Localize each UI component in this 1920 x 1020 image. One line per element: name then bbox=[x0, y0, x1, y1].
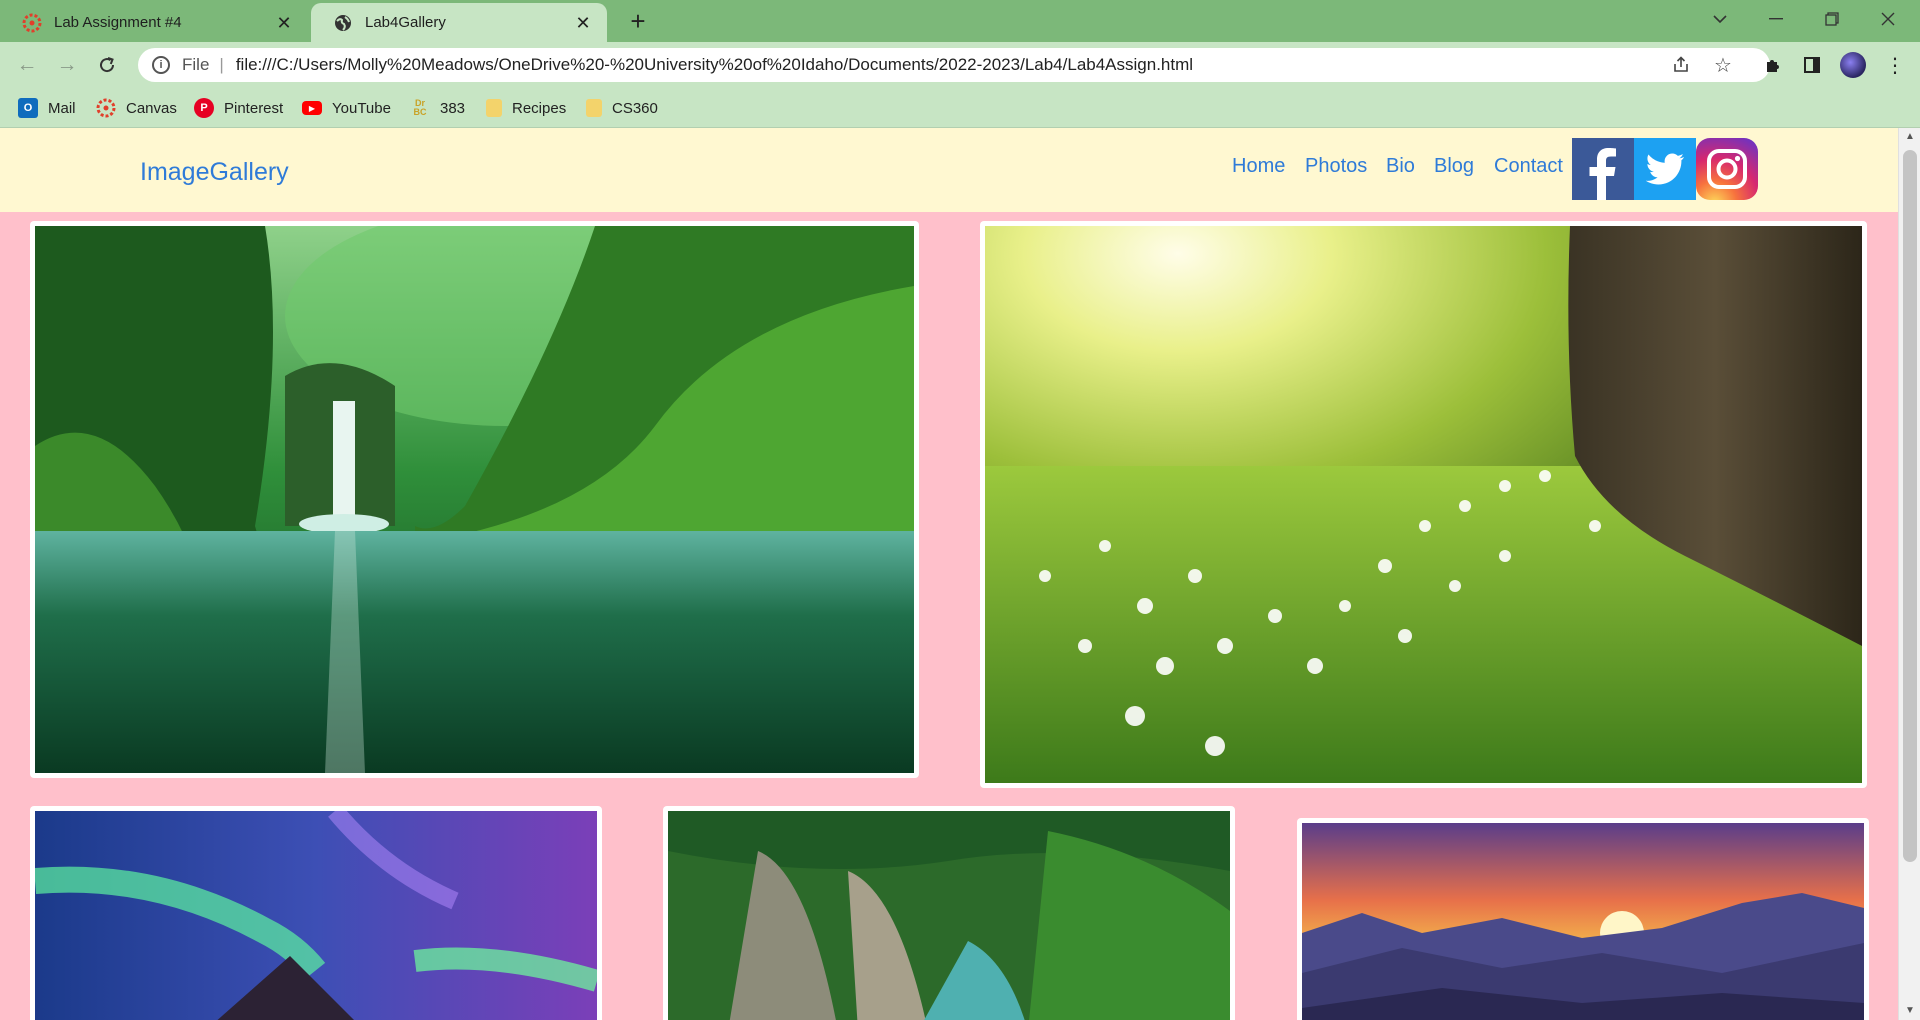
reload-icon[interactable] bbox=[92, 50, 122, 80]
instagram-icon[interactable] bbox=[1696, 138, 1758, 200]
gallery-photo-river[interactable] bbox=[663, 806, 1235, 1020]
info-icon[interactable]: i bbox=[152, 56, 170, 74]
canvas-icon bbox=[22, 13, 42, 33]
site-brand-link[interactable]: ImageGallery bbox=[140, 158, 289, 187]
bookmark-youtube[interactable]: ▶ YouTube bbox=[302, 96, 391, 120]
tab-lab-assignment[interactable]: Lab Assignment #4 ✕ bbox=[0, 3, 308, 42]
youtube-icon: ▶ bbox=[302, 101, 322, 115]
bookmark-folder-cs360[interactable]: CS360 bbox=[586, 96, 658, 120]
page-viewport: ImageGallery Home Photos Bio Blog Contac… bbox=[0, 128, 1898, 1020]
bookmark-folder-recipes[interactable]: Recipes bbox=[486, 96, 566, 120]
outlook-icon: O bbox=[18, 98, 38, 118]
folder-icon bbox=[486, 99, 502, 117]
browser-toolbar: ← → i File | file:///C:/Users/Molly%20Me… bbox=[0, 42, 1920, 88]
bookmark-label: Recipes bbox=[512, 99, 567, 117]
back-icon[interactable]: ← bbox=[12, 50, 42, 80]
tab-close-icon[interactable]: ✕ bbox=[573, 13, 593, 33]
gallery-photo-waterfall[interactable] bbox=[30, 206, 919, 778]
star-icon[interactable]: ☆ bbox=[1708, 50, 1738, 80]
waterfall-image bbox=[35, 206, 914, 773]
chevron-down-icon[interactable] bbox=[1692, 0, 1748, 38]
bookmark-canvas[interactable]: Canvas bbox=[96, 96, 177, 120]
close-icon[interactable] bbox=[1860, 0, 1916, 38]
bookmark-label: 383 bbox=[440, 99, 466, 117]
facebook-icon[interactable] bbox=[1572, 138, 1634, 200]
nav-link-blog[interactable]: Blog bbox=[1434, 155, 1474, 178]
extensions-icon[interactable] bbox=[1758, 50, 1788, 80]
tab-title: Lab Assignment #4 bbox=[54, 14, 182, 31]
canvas-icon bbox=[96, 98, 116, 118]
twitter-icon[interactable] bbox=[1634, 138, 1696, 200]
tab-title: Lab4Gallery bbox=[365, 14, 446, 31]
aurora-image bbox=[33, 805, 601, 1020]
scroll-down-icon[interactable]: ▼ bbox=[1899, 1002, 1920, 1020]
river-image bbox=[668, 811, 1230, 1020]
pinterest-icon: P bbox=[194, 98, 214, 118]
share-icon[interactable] bbox=[1666, 50, 1696, 80]
bookmark-label: Pinterest bbox=[224, 99, 284, 117]
site-navbar: ImageGallery Home Photos Bio Blog Contac… bbox=[0, 128, 1898, 212]
bookmark-label: Mail bbox=[48, 99, 76, 117]
bookmark-pinterest[interactable]: P Pinterest bbox=[194, 96, 283, 120]
folder-icon bbox=[586, 99, 602, 117]
separator: | bbox=[219, 55, 224, 74]
bookmark-label: Canvas bbox=[126, 99, 177, 117]
plus-icon[interactable]: + bbox=[624, 8, 652, 36]
scheme-label: File bbox=[182, 55, 210, 74]
meadow-image bbox=[985, 226, 1862, 783]
menu-dots-icon[interactable]: ⋮ bbox=[1880, 50, 1910, 80]
tab-close-icon[interactable]: ✕ bbox=[274, 13, 294, 33]
restore-icon[interactable] bbox=[1804, 0, 1860, 38]
nav-link-home[interactable]: Home bbox=[1232, 155, 1285, 178]
gallery-photo-meadow[interactable] bbox=[980, 221, 1867, 788]
side-panel-icon[interactable] bbox=[1797, 50, 1827, 80]
sunset-image bbox=[1302, 823, 1864, 1020]
gallery-photo-sunset[interactable] bbox=[1297, 818, 1869, 1020]
tab-lab4gallery[interactable]: Lab4Gallery ✕ bbox=[311, 3, 607, 42]
scroll-up-icon[interactable]: ▲ bbox=[1899, 128, 1920, 146]
nav-link-bio[interactable]: Bio bbox=[1386, 155, 1415, 178]
bookmark-383[interactable]: Dr BC 383 bbox=[410, 96, 466, 120]
tab-strip: Lab Assignment #4 ✕ Lab4Gallery ✕ + bbox=[0, 0, 1920, 42]
bookmark-label: YouTube bbox=[332, 99, 391, 117]
forward-icon[interactable]: → bbox=[52, 50, 82, 80]
gallery-photo-aurora[interactable] bbox=[30, 805, 602, 1020]
url-text[interactable]: file:///C:/Users/Molly%20Meadows/OneDriv… bbox=[236, 55, 1193, 75]
bookmark-mail[interactable]: O Mail bbox=[18, 96, 76, 120]
drbc-icon: Dr BC bbox=[413, 98, 427, 117]
minimize-icon[interactable] bbox=[1748, 0, 1804, 38]
page-scrollbar[interactable]: ▲ ▼ bbox=[1898, 128, 1920, 1020]
bookmarks-bar: O Mail Canvas P Pinterest ▶ YouTube Dr BC… bbox=[0, 88, 1920, 128]
profile-avatar[interactable] bbox=[1840, 52, 1866, 78]
nav-link-contact[interactable]: Contact bbox=[1494, 155, 1563, 178]
bookmark-label: CS360 bbox=[612, 99, 658, 117]
scrollbar-thumb[interactable] bbox=[1903, 150, 1917, 862]
globe-icon bbox=[333, 13, 353, 33]
nav-link-photos[interactable]: Photos bbox=[1305, 155, 1367, 178]
address-bar[interactable]: i File | file:///C:/Users/Molly%20Meadow… bbox=[138, 48, 1770, 82]
